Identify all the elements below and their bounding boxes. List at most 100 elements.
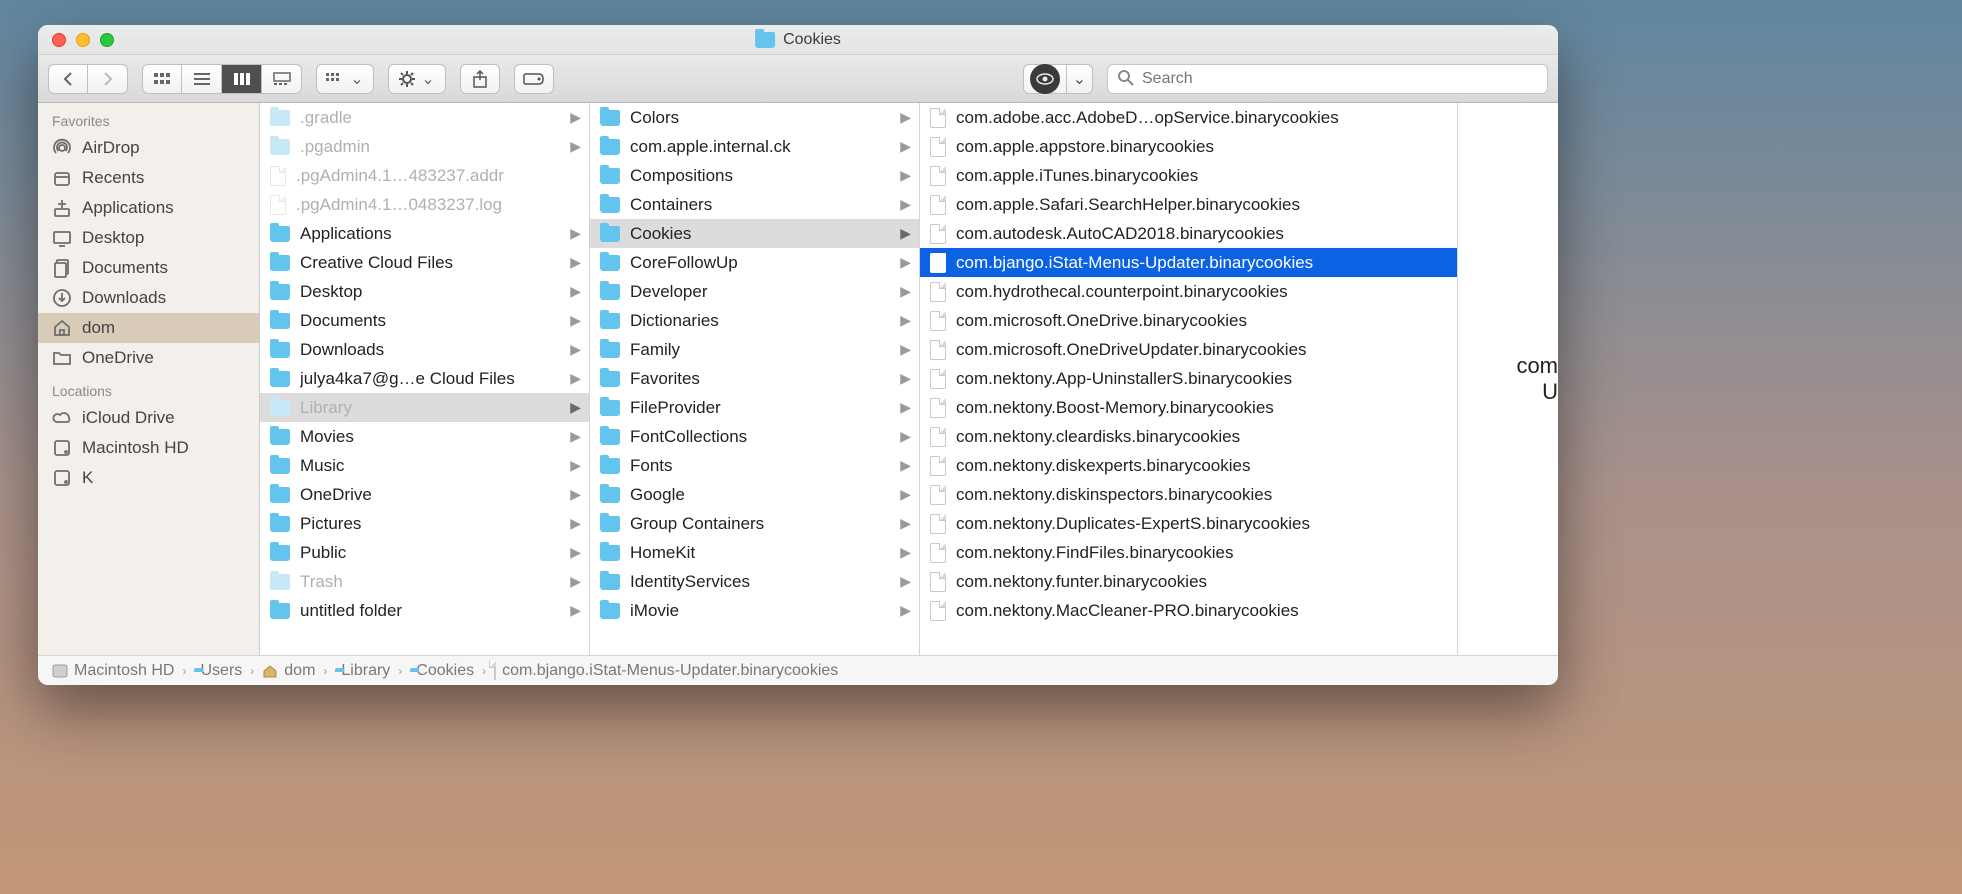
file-row[interactable]: com.nektony.diskexperts.binarycookies <box>920 451 1457 480</box>
close-button[interactable] <box>52 33 66 47</box>
search-input[interactable] <box>1107 64 1548 94</box>
view-list-button[interactable] <box>182 64 222 94</box>
desktop-icon <box>52 228 72 248</box>
folder-row[interactable]: julya4ka7@g…e Cloud Files▶ <box>260 364 589 393</box>
folder-row[interactable]: Family▶ <box>590 335 919 364</box>
item-name: Favorites <box>630 369 909 389</box>
folder-row[interactable]: untitled folder▶ <box>260 596 589 625</box>
file-row[interactable]: com.nektony.Boost-Memory.binarycookies <box>920 393 1457 422</box>
path-segment[interactable]: Users <box>194 662 242 680</box>
sidebar-item-macintosh-hd[interactable]: Macintosh HD <box>38 433 259 463</box>
file-row[interactable]: com.nektony.MacCleaner-PRO.binarycookies <box>920 596 1457 625</box>
sidebar: FavoritesAirDropRecentsApplicationsDeskt… <box>38 103 260 655</box>
share-button[interactable] <box>460 64 500 94</box>
folder-row[interactable]: FileProvider▶ <box>590 393 919 422</box>
folder-row[interactable]: Public▶ <box>260 538 589 567</box>
file-row[interactable]: com.apple.Safari.SearchHelper.binarycook… <box>920 190 1457 219</box>
folder-row[interactable]: Downloads▶ <box>260 335 589 364</box>
folder-row[interactable]: .gradle▶ <box>260 103 589 132</box>
file-row[interactable]: com.nektony.Duplicates-ExpertS.binarycoo… <box>920 509 1457 538</box>
column-1[interactable]: .gradle▶.pgadmin▶.pgAdmin4.1…483237.addr… <box>260 103 590 655</box>
chevron-right-icon: ▶ <box>900 109 911 126</box>
folder-row[interactable]: OneDrive▶ <box>260 480 589 509</box>
file-row[interactable]: com.adobe.acc.AdobeD…opService.binarycoo… <box>920 103 1457 132</box>
path-segment[interactable]: Cookies <box>410 662 474 680</box>
path-segment[interactable]: com.bjango.iStat-Menus-Updater.binarycoo… <box>494 662 838 680</box>
sidebar-item-icloud-drive[interactable]: iCloud Drive <box>38 403 259 433</box>
search-field[interactable] <box>1107 64 1548 94</box>
folder-row[interactable]: com.apple.internal.ck▶ <box>590 132 919 161</box>
folder-row[interactable]: Library▶ <box>260 393 589 422</box>
folder-row[interactable]: CoreFollowUp▶ <box>590 248 919 277</box>
file-row[interactable]: com.autodesk.AutoCAD2018.binarycookies <box>920 219 1457 248</box>
folder-row[interactable]: .pgadmin▶ <box>260 132 589 161</box>
file-row[interactable]: com.nektony.App-UninstallerS.binarycooki… <box>920 364 1457 393</box>
file-row[interactable]: com.nektony.funter.binarycookies <box>920 567 1457 596</box>
folder-row[interactable]: Favorites▶ <box>590 364 919 393</box>
sidebar-item-downloads[interactable]: Downloads <box>38 283 259 313</box>
folder-row[interactable]: Movies▶ <box>260 422 589 451</box>
sidebar-item-applications[interactable]: Applications <box>38 193 259 223</box>
view-gallery-button[interactable] <box>262 64 302 94</box>
file-row[interactable]: com.nektony.FindFiles.binarycookies <box>920 538 1457 567</box>
folder-row[interactable]: Applications▶ <box>260 219 589 248</box>
minimize-button[interactable] <box>76 33 90 47</box>
sidebar-item-documents[interactable]: Documents <box>38 253 259 283</box>
path-separator: › <box>180 664 188 678</box>
sidebar-item-onedrive[interactable]: OneDrive <box>38 343 259 373</box>
tags-button[interactable] <box>514 64 554 94</box>
forward-button[interactable] <box>88 64 128 94</box>
sidebar-item-dom[interactable]: dom <box>38 313 259 343</box>
folder-row[interactable]: Google▶ <box>590 480 919 509</box>
folder-row[interactable]: Compositions▶ <box>590 161 919 190</box>
folder-row[interactable]: HomeKit▶ <box>590 538 919 567</box>
file-row[interactable]: .pgAdmin4.1…483237.addr <box>260 161 589 190</box>
path-label: dom <box>284 662 315 680</box>
path-segment[interactable]: Macintosh HD <box>52 662 174 680</box>
file-icon <box>930 282 946 302</box>
sidebar-item-k[interactable]: K <box>38 463 259 493</box>
zoom-button[interactable] <box>100 33 114 47</box>
folder-row[interactable]: Trash▶ <box>260 567 589 596</box>
item-name: Applications <box>300 224 579 244</box>
folder-row[interactable]: Group Containers▶ <box>590 509 919 538</box>
folder-row[interactable]: Containers▶ <box>590 190 919 219</box>
sidebar-item-airdrop[interactable]: AirDrop <box>38 133 259 163</box>
folder-row[interactable]: FontCollections▶ <box>590 422 919 451</box>
file-row[interactable]: com.apple.appstore.binarycookies <box>920 132 1457 161</box>
back-button[interactable] <box>48 64 88 94</box>
sidebar-item-desktop[interactable]: Desktop <box>38 223 259 253</box>
folder-row[interactable]: Music▶ <box>260 451 589 480</box>
folder-row[interactable]: Documents▶ <box>260 306 589 335</box>
file-row[interactable]: com.hydrothecal.counterpoint.binarycooki… <box>920 277 1457 306</box>
path-segment[interactable]: Library <box>335 662 390 680</box>
file-row[interactable]: com.bjango.iStat-Menus-Updater.binarycoo… <box>920 248 1457 277</box>
sidebar-item-recents[interactable]: Recents <box>38 163 259 193</box>
folder-row[interactable]: Dictionaries▶ <box>590 306 919 335</box>
file-row[interactable]: com.microsoft.OneDrive.binarycookies <box>920 306 1457 335</box>
path-bar[interactable]: Macintosh HD›Users›dom›Library›Cookies›c… <box>38 655 1558 685</box>
file-row[interactable]: com.apple.iTunes.binarycookies <box>920 161 1457 190</box>
folder-row[interactable]: Fonts▶ <box>590 451 919 480</box>
file-row[interactable]: .pgAdmin4.1…0483237.log <box>260 190 589 219</box>
file-row[interactable]: com.nektony.cleardisks.binarycookies <box>920 422 1457 451</box>
folder-row[interactable]: Developer▶ <box>590 277 919 306</box>
folder-row[interactable]: Creative Cloud Files▶ <box>260 248 589 277</box>
visibility-toggle[interactable] <box>1023 64 1067 94</box>
folder-row[interactable]: Cookies▶ <box>590 219 919 248</box>
view-columns-button[interactable] <box>222 64 262 94</box>
view-icons-button[interactable] <box>142 64 182 94</box>
column-3[interactable]: com.adobe.acc.AdobeD…opService.binarycoo… <box>920 103 1458 655</box>
column-2[interactable]: Colors▶com.apple.internal.ck▶Composition… <box>590 103 920 655</box>
file-row[interactable]: com.microsoft.OneDriveUpdater.binarycook… <box>920 335 1457 364</box>
folder-row[interactable]: Desktop▶ <box>260 277 589 306</box>
visibility-menu[interactable]: ⌄ <box>1067 64 1093 94</box>
folder-row[interactable]: Pictures▶ <box>260 509 589 538</box>
folder-row[interactable]: iMovie▶ <box>590 596 919 625</box>
folder-row[interactable]: Colors▶ <box>590 103 919 132</box>
action-button[interactable]: ⌄ <box>388 64 446 94</box>
file-row[interactable]: com.nektony.diskinspectors.binarycookies <box>920 480 1457 509</box>
folder-row[interactable]: IdentityServices▶ <box>590 567 919 596</box>
arrange-button[interactable]: ⌄ <box>316 64 374 94</box>
path-segment[interactable]: dom <box>262 662 315 680</box>
